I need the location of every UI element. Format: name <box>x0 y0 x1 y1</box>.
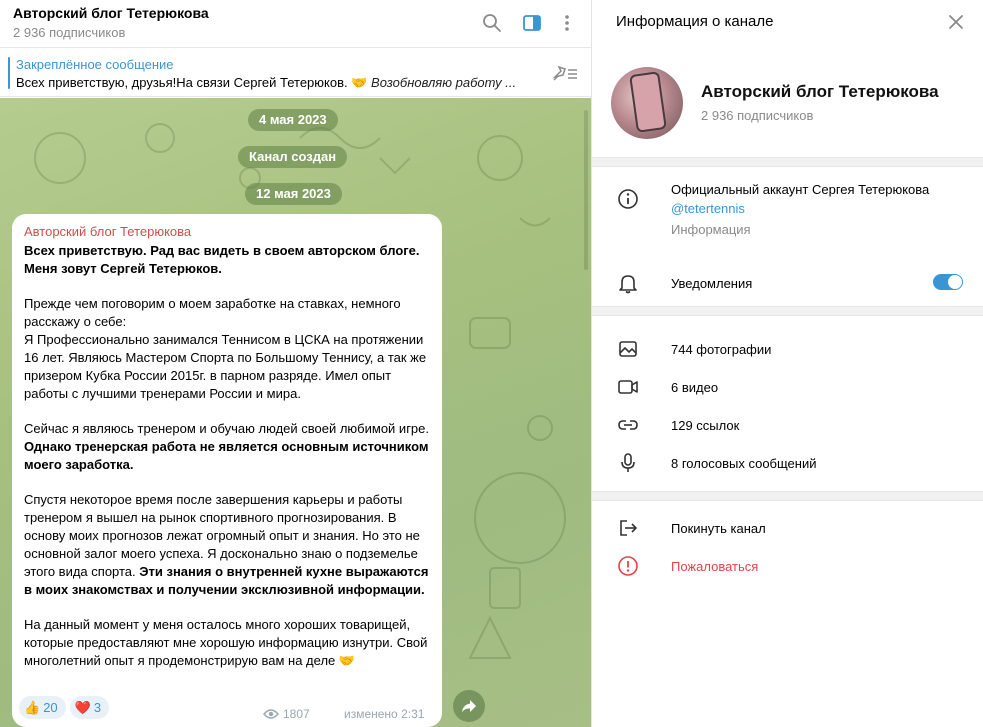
share-button[interactable] <box>453 690 485 722</box>
message-views: 1807 <box>263 707 310 721</box>
eye-icon <box>263 709 279 719</box>
service-message: Канал создан <box>238 146 348 168</box>
info-panel-title: Информация о канале <box>616 13 774 30</box>
message-text: Сейчас я являюсь тренером и обучаю людей… <box>24 421 430 436</box>
video-icon <box>616 375 640 399</box>
message-paragraph: Прежде чем поговорим о моем заработке на… <box>24 296 401 329</box>
divider <box>592 306 983 316</box>
message-paragraph: Спустя некоторое время после завершения … <box>24 491 430 599</box>
avatar-image <box>629 71 667 133</box>
media-photos[interactable]: 744 фотографии <box>671 342 771 357</box>
reaction-thumbs-up[interactable]: 👍 20 <box>19 696 66 719</box>
message-paragraph: Я Профессионально занимался Теннисом в Ц… <box>24 332 427 401</box>
microphone-icon <box>616 451 640 475</box>
chat-pane: Авторский блог Тетерюкова 2 936 подписчи… <box>0 0 591 727</box>
toggle-knob <box>948 275 962 289</box>
pinned-title: Закреплённое сообщение <box>16 57 174 72</box>
message-paragraph: Сейчас я являюсь тренером и обучаю людей… <box>24 420 430 474</box>
channel-avatar[interactable] <box>611 67 683 139</box>
chat-header[interactable]: Авторский блог Тетерюкова 2 936 подписчи… <box>0 0 591 48</box>
divider <box>592 157 983 167</box>
chat-subscribers: 2 936 подписчиков <box>13 25 126 40</box>
bell-icon <box>616 271 640 295</box>
message-edited-time: изменено 2:31 <box>344 707 425 721</box>
notifications-label: Уведомления <box>671 276 753 291</box>
pinned-text-main: Всех приветствую, друзья!На связи Сергей… <box>16 75 372 90</box>
warning-icon <box>616 554 640 578</box>
thumbs-up-icon: 👍 <box>24 699 41 715</box>
leave-icon <box>616 516 640 540</box>
channel-username-link[interactable]: @tetertennis <box>671 201 745 216</box>
media-videos[interactable]: 6 видео <box>671 380 718 395</box>
message-author[interactable]: Авторский блог Тетерюкова <box>24 224 430 239</box>
heart-icon: ❤️ <box>74 699 91 715</box>
forward-icon <box>462 700 476 712</box>
sidebar-toggle-icon[interactable] <box>521 12 543 34</box>
channel-description: Официальный аккаунт Сергея Тетерюкова <box>671 182 930 197</box>
notifications-toggle[interactable] <box>933 274 963 290</box>
message-bubble[interactable]: Авторский блог Тетерюкова Всех приветств… <box>12 214 442 727</box>
reaction-heart[interactable]: ❤️ 3 <box>69 696 110 719</box>
chat-title[interactable]: Авторский блог Тетерюкова <box>13 5 209 21</box>
pinned-message[interactable]: Закреплённое сообщение Всех приветствую,… <box>0 49 591 97</box>
channel-name: Авторский блог Тетерюкова <box>701 82 939 101</box>
pinned-text-italic: Возобновляю работу ... <box>371 75 517 90</box>
message-bold-text: Всех приветствую. Рад вас видеть в своем… <box>24 243 420 276</box>
description-label: Информация <box>671 222 751 237</box>
pinned-indicator <box>8 57 10 89</box>
reaction-count: 3 <box>93 700 102 715</box>
close-icon[interactable] <box>946 12 966 32</box>
message-paragraph: Всех приветствую. Рад вас видеть в своем… <box>24 242 430 278</box>
message-bold-text: Однако тренерская работа не является осн… <box>24 439 429 472</box>
reactions: 👍 20 ❤️ 3 <box>19 696 110 719</box>
more-options-icon[interactable] <box>556 12 578 34</box>
divider <box>592 491 983 501</box>
media-links[interactable]: 129 ссылок <box>671 418 739 433</box>
date-pill: 12 мая 2023 <box>245 183 342 205</box>
pinned-text: Всех приветствую, друзья!На связи Сергей… <box>16 75 528 91</box>
report-button[interactable]: Пожаловаться <box>671 559 758 574</box>
info-icon <box>616 187 640 211</box>
chat-scrollbar[interactable] <box>584 110 588 270</box>
views-count: 1807 <box>283 707 310 721</box>
photo-icon <box>616 337 640 361</box>
leave-channel-button[interactable]: Покинуть канал <box>671 521 766 536</box>
media-voice[interactable]: 8 голосовых сообщений <box>671 456 816 471</box>
unpin-icon[interactable] <box>551 63 579 83</box>
date-pill: 4 мая 2023 <box>248 109 338 131</box>
channel-info-panel: Информация о канале Авторский блог Тетер… <box>591 0 983 727</box>
reaction-count: 20 <box>43 700 58 715</box>
message-paragraph: На данный момент у меня осталось много х… <box>24 617 428 668</box>
channel-subscribers: 2 936 подписчиков <box>701 108 814 123</box>
search-icon[interactable] <box>481 12 503 34</box>
link-icon <box>616 413 640 437</box>
